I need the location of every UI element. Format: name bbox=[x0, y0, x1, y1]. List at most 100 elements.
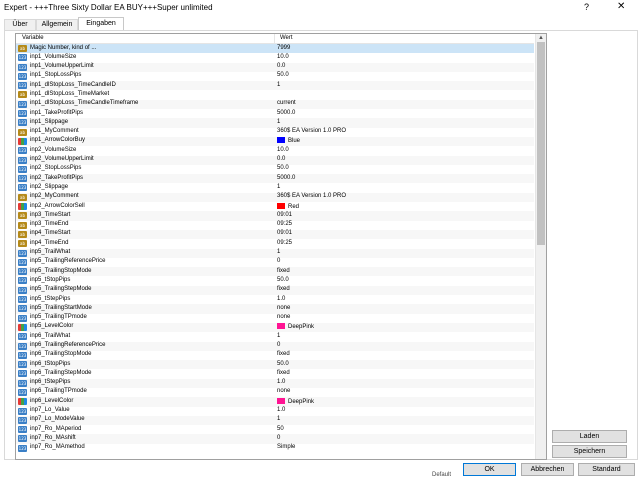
ok-button[interactable]: OK bbox=[463, 463, 516, 476]
parameter-value[interactable]: 0 bbox=[277, 342, 280, 348]
parameter-value[interactable]: fixed bbox=[277, 286, 290, 292]
table-row[interactable]: ab inp3_TimeStart 09:01 bbox=[16, 211, 534, 221]
parameter-value[interactable]: DeepPink bbox=[277, 397, 314, 405]
parameter-value[interactable]: 50.0 bbox=[277, 72, 289, 78]
column-header-variable[interactable]: Variable bbox=[22, 35, 44, 41]
table-row[interactable]: 123 inp5_TrailingStartMode none bbox=[16, 304, 534, 314]
table-row[interactable]: inp6_LevelColor DeepPink bbox=[16, 397, 534, 407]
parameter-value[interactable]: 1 bbox=[277, 119, 280, 125]
parameter-value[interactable]: 0.0 bbox=[277, 156, 285, 162]
parameter-value[interactable]: 09:01 bbox=[277, 212, 292, 218]
reset-button[interactable]: Standard bbox=[578, 463, 635, 476]
table-row[interactable]: 123 inp5_TrailWhat 1 bbox=[16, 248, 534, 258]
parameter-value[interactable]: none bbox=[277, 314, 290, 320]
table-row[interactable]: 123 inp6_TrailingTPmode none bbox=[16, 388, 534, 397]
table-row[interactable]: 123 inp5_TrailingTPmode none bbox=[16, 314, 534, 323]
parameter-value[interactable]: 09:01 bbox=[277, 230, 292, 236]
parameter-value[interactable]: Red bbox=[277, 202, 299, 210]
table-row[interactable]: 123 inp5_TrailingStopMode fixed bbox=[16, 267, 534, 277]
table-row[interactable]: ab inp1_dlStopLoss_TimeMarket bbox=[16, 90, 534, 99]
table-row[interactable]: 123 inp1_Slippage 1 bbox=[16, 118, 534, 128]
parameter-value[interactable]: DeepPink bbox=[277, 323, 314, 330]
table-row[interactable]: 123 inp2_Slippage 1 bbox=[16, 183, 534, 192]
parameter-value[interactable]: 5000.0 bbox=[277, 175, 295, 181]
parameter-value[interactable]: fixed bbox=[277, 351, 290, 357]
column-divider[interactable] bbox=[274, 34, 275, 43]
parameter-value[interactable]: 360$ EA Version 1.0 PRO bbox=[277, 128, 346, 134]
scrollbar-thumb[interactable] bbox=[537, 42, 545, 245]
parameter-value[interactable]: 09:25 bbox=[277, 240, 292, 246]
parameter-value[interactable]: 1 bbox=[277, 333, 280, 339]
parameter-value[interactable]: 09:25 bbox=[277, 221, 292, 227]
table-row[interactable]: 123 inp1_VolumeSize 10.0 bbox=[16, 53, 534, 62]
parameter-value[interactable]: 10.0 bbox=[277, 147, 289, 153]
parameter-value[interactable]: 360$ EA Version 1.0 PRO bbox=[277, 193, 346, 199]
table-row[interactable]: ab inp3_TimeEnd 09:25 bbox=[16, 221, 534, 230]
table-row[interactable]: inp5_LevelColor DeepPink bbox=[16, 322, 534, 333]
table-row[interactable]: ab inp4_TimeStart 09:01 bbox=[16, 229, 534, 240]
table-row[interactable]: 123 inp6_tStopPips 50.0 bbox=[16, 360, 534, 370]
tab-uber[interactable]: Über bbox=[4, 19, 36, 30]
table-row[interactable]: 123 inp7_Lo_Value 1.0 bbox=[16, 407, 534, 416]
table-row[interactable]: 123 inp2_TakeProfitPips 5000.0 bbox=[16, 174, 534, 184]
table-row[interactable]: 123 inp6_TrailingReferencePrice 0 bbox=[16, 341, 534, 351]
parameter-value[interactable]: 0 bbox=[277, 258, 280, 264]
table-row[interactable]: inp1_ArrowColorBuy Blue bbox=[16, 136, 534, 147]
parameter-value[interactable]: fixed bbox=[277, 370, 290, 376]
save-button[interactable]: Speichern bbox=[552, 445, 627, 458]
table-row[interactable]: 123 inp7_Ro_MAshift 0 bbox=[16, 434, 534, 444]
table-row[interactable]: 123 inp5_TrailingStepMode fixed bbox=[16, 285, 534, 296]
table-row[interactable]: 123 inp1_dlStopLoss_TimeCandleTimeframe cu… bbox=[16, 99, 534, 110]
table-row[interactable]: 123 inp7_Ro_MAperiod 50 bbox=[16, 425, 534, 434]
table-row[interactable]: 123 inp7_Lo_ModeValue 1 bbox=[16, 415, 534, 426]
parameter-value[interactable]: 1 bbox=[277, 184, 280, 190]
parameter-value[interactable]: 50.0 bbox=[277, 277, 289, 283]
table-row[interactable]: 123 inp1_StopLossPips 50.0 bbox=[16, 72, 534, 81]
parameter-value[interactable]: 1 bbox=[277, 82, 280, 88]
inputs-grid[interactable]: Variable Wert ab Magic Number, kind of ..… bbox=[15, 33, 547, 460]
parameter-value[interactable]: 5000.0 bbox=[277, 110, 295, 116]
parameter-value[interactable]: Blue bbox=[277, 137, 300, 144]
table-row[interactable]: ab Magic Number, kind of ... 7999 bbox=[16, 44, 534, 54]
load-button[interactable]: Laden bbox=[552, 430, 627, 443]
parameter-value[interactable]: none bbox=[277, 388, 290, 394]
table-row[interactable]: 123 inp2_VolumeSize 10.0 bbox=[16, 146, 534, 155]
table-row[interactable]: ab inp4_TimeEnd 09:25 bbox=[16, 239, 534, 248]
table-row[interactable]: 123 inp1_TakeProfitPips 5000.0 bbox=[16, 109, 534, 118]
help-icon[interactable]: ? bbox=[584, 2, 589, 12]
parameter-value[interactable]: 1 bbox=[277, 416, 280, 422]
table-row[interactable]: ab inp1_MyComment 360$ EA Version 1.0 PRO bbox=[16, 128, 534, 137]
parameter-value[interactable]: 1.0 bbox=[277, 296, 285, 302]
column-header-value[interactable]: Wert bbox=[280, 35, 293, 41]
table-row[interactable]: 123 inp6_TrailingStepMode fixed bbox=[16, 369, 534, 378]
parameter-value[interactable]: fixed bbox=[277, 268, 290, 274]
table-row[interactable]: 123 inp2_VolumeUpperLimit 0.0 bbox=[16, 155, 534, 165]
table-row[interactable]: 123 inp1_VolumeUpperLimit 0.0 bbox=[16, 62, 534, 72]
cancel-button[interactable]: Abbrechen bbox=[521, 463, 574, 476]
table-row[interactable]: 123 inp2_StopLossPips 50.0 bbox=[16, 165, 534, 174]
table-row[interactable]: inp2_ArrowColorSell Red bbox=[16, 202, 534, 211]
table-row[interactable]: ab inp2_MyComment 360$ EA Version 1.0 PRO bbox=[16, 192, 534, 203]
parameter-value[interactable]: 1.0 bbox=[277, 407, 285, 413]
scroll-up-icon[interactable]: ▲ bbox=[538, 35, 544, 41]
parameter-value[interactable]: current bbox=[277, 100, 296, 106]
table-row[interactable]: 123 inp5_tStepPips 1.0 bbox=[16, 295, 534, 304]
parameter-value[interactable]: 0 bbox=[277, 435, 280, 441]
vertical-scrollbar[interactable]: ▲ bbox=[535, 34, 546, 459]
parameter-value[interactable]: 50.0 bbox=[277, 361, 289, 367]
table-row[interactable]: 123 inp6_TrailWhat 1 bbox=[16, 332, 534, 341]
table-row[interactable]: 123 inp6_tStepPips 1.0 bbox=[16, 378, 534, 388]
table-row[interactable]: 123 inp5_tStopPips 50.0 bbox=[16, 276, 534, 285]
parameter-value[interactable]: 1 bbox=[277, 249, 280, 255]
table-row[interactable]: 123 inp7_Ro_MAmethod Simple bbox=[16, 444, 534, 453]
parameter-value[interactable]: Simple bbox=[277, 444, 295, 450]
tab-eingaben[interactable]: Eingaben bbox=[78, 17, 124, 31]
close-icon[interactable]: ✕ bbox=[617, 1, 625, 12]
table-row[interactable]: 123 inp5_TrailingReferencePrice 0 bbox=[16, 258, 534, 267]
parameter-value[interactable]: 50 bbox=[277, 426, 284, 432]
parameter-value[interactable]: 1.0 bbox=[277, 379, 285, 385]
parameter-value[interactable]: 50.0 bbox=[277, 165, 289, 171]
table-row[interactable]: 123 inp1_dlStopLoss_TimeCandleID 1 bbox=[16, 81, 534, 91]
tab-allgemein[interactable]: Allgemein bbox=[36, 19, 78, 30]
parameter-value[interactable]: 7999 bbox=[277, 45, 290, 51]
